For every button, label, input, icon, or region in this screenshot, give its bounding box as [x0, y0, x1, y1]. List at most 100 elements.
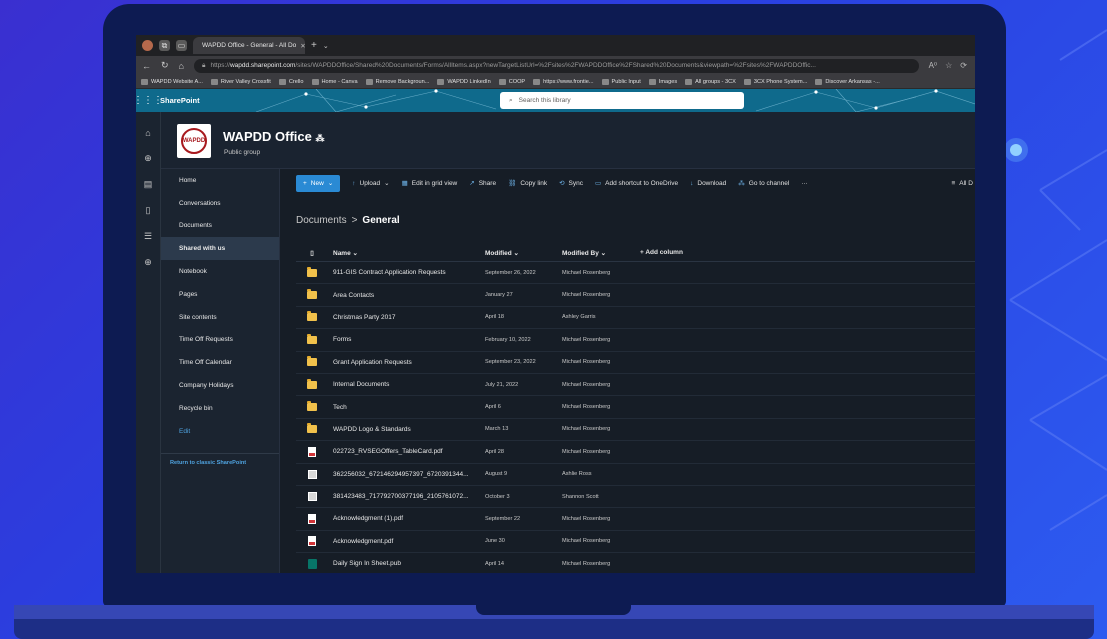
lists-rail-icon[interactable]: ☰ [144, 231, 152, 242]
table-row[interactable]: Grant Application Requests September 23, … [296, 352, 975, 374]
table-row[interactable]: Daily Sign In Sheet.pub April 14 Michael R… [296, 553, 975, 573]
news-rail-icon[interactable]: ▤ [144, 179, 153, 190]
table-row[interactable]: 022723_RVSEGOffers_TableCard.pdf April 28… [296, 441, 975, 464]
table-row[interactable]: Acknowledgment (1).pdf September 22 Michae… [296, 508, 975, 531]
table-row[interactable]: Christmas Party 2017 April 18 Ashley Garri… [296, 307, 975, 330]
nav-item-time-off-requests[interactable]: Time Off Requests [161, 329, 279, 352]
site-logo[interactable]: WAPDD [177, 124, 211, 158]
address-bar[interactable]: 🔒︎ https://wapdd.sharepoint.com/sites/WA… [193, 58, 919, 73]
search-box[interactable]: ⌕ Search this library [500, 92, 744, 109]
bookmark-item[interactable]: https://www.frontie... [533, 78, 594, 85]
table-row[interactable]: 362256032_672146294957397_6720391344... A… [296, 464, 975, 486]
file-name[interactable]: WAPDD Logo & Standards [328, 426, 485, 433]
nav-item-shared-with-us[interactable]: Shared with us [161, 237, 279, 261]
table-row[interactable]: Forms February 10, 2022 Michael Rosenberg [296, 329, 975, 352]
home-rail-icon[interactable]: ⌂ [145, 128, 150, 138]
add-column-button[interactable]: + Add column [640, 249, 683, 256]
file-modified-by: Shannon Scott [562, 493, 599, 500]
table-row[interactable]: 381423483_717792700377196_2105761072... O… [296, 486, 975, 509]
add-shortcut-button[interactable]: ▭ Add shortcut to OneDrive [595, 179, 678, 188]
table-row[interactable]: Acknowledgment.pdf June 30 Michael Rosenbe… [296, 531, 975, 554]
nav-item-pages[interactable]: Pages [161, 283, 279, 306]
bookmark-item[interactable]: WAPDD Website A... [141, 78, 203, 85]
read-aloud-icon[interactable]: A⁰ [929, 61, 938, 70]
file-name[interactable]: Area Contacts [328, 292, 485, 299]
bookmark-item[interactable]: Home - Canva [311, 78, 358, 85]
more-commands-button[interactable]: ··· [801, 180, 808, 187]
column-name[interactable]: Name ⌄ [328, 249, 485, 257]
breadcrumb-documents[interactable]: Documents [296, 215, 347, 226]
bookmark-item[interactable]: River Valley Crossfit [210, 78, 271, 85]
nav-item-site-contents[interactable]: Site contents [161, 306, 279, 329]
bookmark-item[interactable]: 3CX Phone System... [743, 78, 807, 85]
profile-avatar-icon[interactable] [142, 40, 153, 51]
file-type-header-icon[interactable]: ▯ [296, 249, 328, 257]
file-modified: August 9 [485, 471, 508, 478]
go-to-channel-button[interactable]: ⁂ Go to channel [738, 179, 789, 188]
site-title: WAPDD Office ⁂ [223, 129, 325, 144]
home-icon[interactable]: ⌂ [179, 61, 184, 71]
file-name[interactable]: Daily Sign In Sheet.pub [328, 560, 485, 567]
table-row[interactable]: Tech April 6 Michael Rosenberg [296, 396, 975, 419]
table-row[interactable]: WAPDD Logo & Standards March 13 Michael Ro… [296, 419, 975, 442]
file-name[interactable]: Grant Application Requests [328, 359, 485, 366]
nav-item-notebook[interactable]: Notebook [161, 260, 279, 283]
browser-tab-active[interactable]: WAPDD Office - General - All Do ✕ [193, 37, 305, 54]
download-button[interactable]: ↓ Download [690, 180, 726, 187]
bookmark-item[interactable]: WAPDD LinkedIn [437, 78, 491, 85]
file-name[interactable]: 362256032_672146294957397_6720391344... [328, 471, 485, 478]
return-to-classic-link[interactable]: Return to classic SharePoint [161, 454, 279, 466]
upload-button[interactable]: ↑ Upload ⌄ [352, 179, 390, 188]
share-button[interactable]: ↗ Share [469, 179, 496, 188]
files-rail-icon[interactable]: ▯ [146, 205, 151, 216]
nav-item-conversations[interactable]: Conversations [161, 192, 279, 215]
table-row[interactable]: Internal Documents July 21, 2022 Michael R… [296, 374, 975, 397]
app-launcher-icon[interactable]: ⋮⋮⋮ [136, 89, 163, 112]
column-modified-by[interactable]: Modified By ⌄ [562, 249, 640, 257]
workspaces-icon[interactable]: ⧉ [159, 40, 170, 51]
file-name[interactable]: Forms [328, 336, 485, 343]
bookmark-item[interactable]: Public Input [601, 78, 641, 85]
close-tab-icon[interactable]: ✕ [300, 42, 305, 50]
nav-item-recycle-bin[interactable]: Recycle bin [161, 397, 279, 420]
bookmark-item[interactable]: All groups - 3CX [685, 78, 736, 85]
view-selector[interactable]: ≡ All D [951, 180, 975, 187]
refresh-icon[interactable]: ↻ [161, 60, 169, 71]
new-button[interactable]: + New ⌄ [296, 174, 341, 192]
file-name[interactable]: Acknowledgment (1).pdf [328, 515, 485, 522]
new-tab-button[interactable]: + [311, 40, 317, 51]
nav-item-time-off-calendar[interactable]: Time Off Calendar [161, 351, 279, 374]
bookmark-item[interactable]: Images [648, 78, 677, 85]
nav-item-company-holidays[interactable]: Company Holidays [161, 374, 279, 397]
grid-view-button[interactable]: ▦ Edit in grid view [402, 179, 458, 188]
file-name[interactable]: 381423483_717792700377196_2105761072... [328, 493, 485, 500]
refresh-extension-icon[interactable]: ⟳ [960, 61, 967, 70]
tab-list-chevron-icon[interactable]: ⌄ [323, 42, 329, 50]
copy-link-button[interactable]: ⛓︎ Copy link [508, 179, 547, 188]
column-modified[interactable]: Modified ⌄ [485, 249, 562, 257]
file-name[interactable]: 911-GIS Contract Application Requests [328, 269, 485, 276]
chevron-down-icon: ⌄ [384, 180, 390, 187]
file-name[interactable]: Internal Documents [328, 381, 485, 388]
file-name[interactable]: Tech [328, 404, 485, 411]
nav-item-home[interactable]: Home [161, 169, 279, 192]
file-name[interactable]: Christmas Party 2017 [328, 314, 485, 321]
back-icon[interactable]: ← [142, 61, 151, 71]
nav-edit-link[interactable]: Edit [161, 420, 279, 443]
table-row[interactable]: 911-GIS Contract Application Requests Sep… [296, 262, 975, 285]
favorite-star-icon[interactable]: ☆ [945, 61, 952, 70]
create-rail-icon[interactable]: ⊕ [144, 257, 152, 268]
bookmark-item[interactable]: COOP [498, 78, 525, 85]
nav-item-documents[interactable]: Documents [161, 215, 279, 238]
file-name[interactable]: 022723_RVSEGOffers_TableCard.pdf [328, 448, 485, 455]
globe-rail-icon[interactable]: ⊕ [144, 153, 152, 164]
bookmark-item[interactable]: Crello [278, 78, 304, 85]
bookmark-favicon-icon [437, 78, 445, 85]
sync-button[interactable]: ⟲ Sync [559, 179, 583, 188]
bookmark-item[interactable]: Remove Backgroun... [365, 78, 429, 85]
bookmark-item[interactable]: Discover Arkansas -... [815, 78, 880, 85]
tab-actions-icon[interactable]: ▭ [176, 40, 187, 51]
file-name[interactable]: Acknowledgment.pdf [328, 538, 485, 545]
sharepoint-brand[interactable]: SharePoint [160, 96, 200, 105]
table-row[interactable]: Area Contacts January 27 Michael Rosenberg [296, 284, 975, 307]
